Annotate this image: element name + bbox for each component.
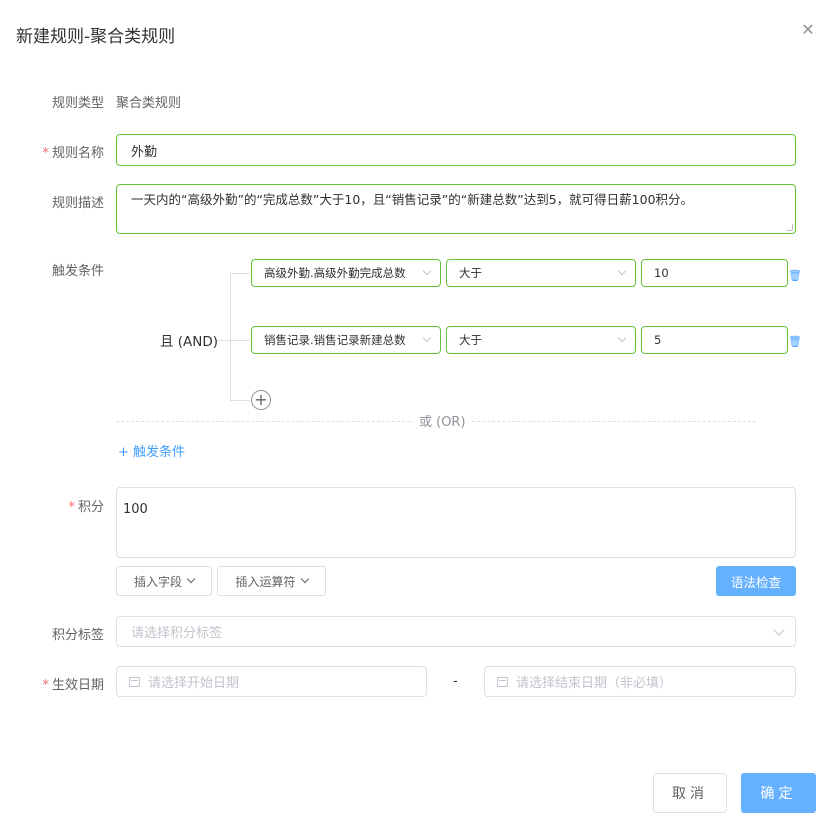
- insert-operator-button[interactable]: 插入运算符: [217, 566, 326, 596]
- condition-value-input[interactable]: 5: [641, 326, 788, 354]
- condition-value: 5: [654, 333, 662, 347]
- tree-line-branch: [230, 400, 250, 401]
- rule-type-label: 规则类型: [51, 96, 104, 111]
- effective-date-label: * 生效日期: [32, 674, 104, 693]
- points-textarea[interactable]: 100: [116, 487, 796, 558]
- add-condition-circle-icon[interactable]: +: [251, 390, 271, 410]
- condition-operator-select[interactable]: 大于: [446, 259, 636, 287]
- effective-date-label-text: 生效日期: [51, 678, 104, 693]
- tree-line-branch: [230, 340, 250, 341]
- rule-type-value: 聚合类规则: [116, 96, 182, 111]
- condition-field-select[interactable]: 销售记录.销售记录新建总数: [251, 326, 441, 354]
- end-date-picker[interactable]: 请选择结束日期（非必填）: [484, 666, 796, 697]
- condition-operator-value: 大于: [459, 266, 482, 280]
- group-logic-label: 且 (AND): [160, 334, 219, 350]
- tree-line-branch: [230, 273, 250, 274]
- close-icon[interactable]: ✕: [800, 22, 816, 38]
- tree-line-vertical: [230, 273, 231, 400]
- points-tag-placeholder: 请选择积分标签: [131, 626, 223, 641]
- condition-value: 10: [654, 266, 669, 280]
- condition-operator-value: 大于: [459, 333, 482, 347]
- chevron-down-icon: [617, 266, 627, 276]
- dialog-title: 新建规则-聚合类规则: [16, 27, 176, 47]
- chevron-down-icon: [617, 333, 627, 343]
- start-date-placeholder: 请选择开始日期: [148, 676, 240, 691]
- rule-desc-textarea[interactable]: 一天内的“高级外勤”的“完成总数”大于10，且“销售记录”的“新建总数”达到5，…: [116, 184, 796, 234]
- condition-field-value: 销售记录.销售记录新建总数: [264, 333, 406, 347]
- points-label-text: 积分: [77, 500, 104, 515]
- calendar-icon: [497, 676, 508, 687]
- add-trigger-condition-link[interactable]: + 触发条件: [118, 441, 185, 460]
- chevron-down-icon: [422, 266, 432, 276]
- chevron-down-icon: [422, 333, 432, 343]
- confirm-button[interactable]: 确定: [741, 773, 816, 813]
- required-mark: *: [68, 500, 75, 515]
- resize-handle[interactable]: [786, 224, 793, 231]
- or-label: 或 (OR): [413, 411, 472, 430]
- insert-operator-label: 插入运算符: [235, 574, 296, 589]
- calendar-icon: [129, 676, 140, 687]
- insert-field-button[interactable]: 插入字段: [116, 566, 212, 596]
- rule-desc-label: 规则描述: [51, 196, 104, 211]
- points-tag-label: 积分标签: [51, 628, 104, 643]
- rule-name-input[interactable]: 外勤: [116, 134, 796, 166]
- rule-name-label: * 规则名称: [32, 142, 104, 161]
- required-mark: *: [42, 678, 49, 693]
- trigger-label: 触发条件: [51, 264, 104, 279]
- date-separator: -: [453, 674, 458, 689]
- condition-operator-select[interactable]: 大于: [446, 326, 636, 354]
- points-value: 100: [123, 502, 148, 517]
- chevron-down-icon: [300, 574, 309, 584]
- chevron-down-icon: [186, 574, 196, 584]
- required-mark: *: [42, 146, 49, 161]
- insert-field-label: 插入字段: [133, 574, 182, 589]
- rule-desc-value: 一天内的“高级外勤”的“完成总数”大于10，且“销售记录”的“新建总数”达到5，…: [131, 192, 694, 207]
- condition-field-select[interactable]: 高级外勤.高级外勤完成总数: [251, 259, 441, 287]
- end-date-placeholder: 请选择结束日期（非必填）: [516, 676, 673, 691]
- start-date-picker[interactable]: 请选择开始日期: [116, 666, 427, 697]
- condition-field-value: 高级外勤.高级外勤完成总数: [264, 266, 406, 280]
- syntax-check-button[interactable]: 语法检查: [716, 566, 796, 596]
- trash-icon[interactable]: 🗑: [788, 336, 802, 348]
- cancel-button[interactable]: 取消: [653, 773, 727, 813]
- points-tag-select[interactable]: 请选择积分标签: [116, 616, 796, 647]
- rule-name-label-text: 规则名称: [51, 146, 104, 161]
- chevron-down-icon: [773, 623, 785, 636]
- condition-value-input[interactable]: 10: [641, 259, 788, 287]
- rule-name-value: 外勤: [131, 144, 158, 160]
- trash-icon[interactable]: 🗑: [788, 270, 802, 282]
- points-label: * 积分: [32, 496, 104, 515]
